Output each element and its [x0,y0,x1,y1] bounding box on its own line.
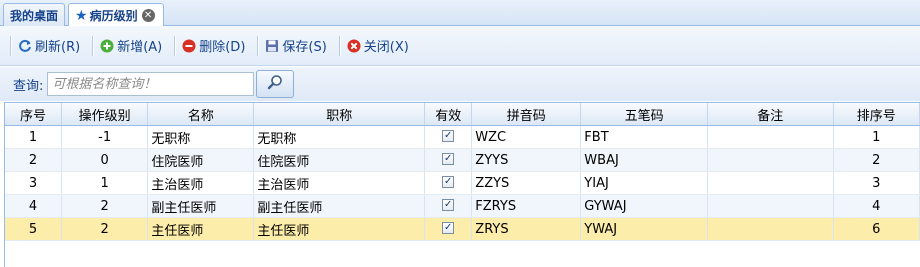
search-label: 查询: [13,78,44,94]
refresh-icon [18,39,32,53]
search-input[interactable] [47,72,255,96]
valid-checkbox[interactable]: ✓ [442,175,455,188]
refresh-button[interactable]: 刷新(R) [18,36,80,55]
toolbar-separator [257,35,260,56]
close-button[interactable]: 关闭(X) [347,36,409,55]
grid-header: 序号 操作级别 名称 职称 有效 拼音码 五笔码 备注 排序号 [5,103,920,126]
tab-my-desktop[interactable]: 我的桌面 [3,3,65,26]
valid-checkbox[interactable]: ✓ [442,152,455,165]
column-header[interactable]: 有效 [425,103,473,125]
column-header[interactable]: 五笔码 [581,103,708,125]
tab-label: 我的桌面 [10,8,59,23]
table-row-selected[interactable]: 5 2 主任医师 主任医师 ✓ ZRYS YWAJ 6 [5,218,920,241]
toolbar-separator [92,35,95,56]
add-icon [100,39,114,53]
delete-icon [182,39,196,53]
column-header[interactable]: 排序号 [834,103,920,125]
valid-checkbox[interactable]: ✓ [442,221,455,234]
table-row[interactable]: 1 -1 无职称 无职称 ✓ WZC FBT 1 [5,126,920,149]
star-icon: ★ [75,7,88,24]
close-icon [347,39,361,53]
column-header[interactable]: 名称 [148,103,255,125]
table-row[interactable]: 3 1 主治医师 主治医师 ✓ ZZYS YIAJ 3 [5,172,920,195]
column-header[interactable]: 备注 [708,103,834,125]
column-header[interactable]: 拼音码 [472,103,582,125]
toolbar-separator [174,35,177,56]
search-bar: 查询: [0,67,920,101]
column-header[interactable]: 职称 [254,103,426,125]
tab-close-icon[interactable]: ✕ [141,9,155,22]
table-row[interactable]: 4 2 副主任医师 副主任医师 ✓ FZRYS GYWAJ 4 [5,195,920,218]
save-icon [265,39,279,53]
column-header[interactable]: 序号 [5,103,62,125]
toolbar-separator [338,35,341,56]
column-header[interactable]: 操作级别 [62,103,149,125]
tab-record-level[interactable]: ★ 病历级别 ✕ [68,3,164,27]
data-grid: 序号 操作级别 名称 职称 有效 拼音码 五笔码 备注 排序号 1 -1 无职称… [4,102,920,267]
tab-bar: 我的桌面 ★ 病历级别 ✕ [0,0,920,27]
toolbar: 刷新(R) 新增(A) 删除(D) 保存(S) 关闭(X) [0,26,920,66]
search-button[interactable] [256,70,295,98]
toolbar-separator [10,35,12,56]
save-button[interactable]: 保存(S) [265,36,327,55]
search-icon [267,74,283,94]
valid-checkbox[interactable]: ✓ [442,129,455,142]
tab-label: 病历级别 [89,9,138,23]
table-row[interactable]: 2 0 住院医师 住院医师 ✓ ZYYS WBAJ 2 [5,149,920,172]
valid-checkbox[interactable]: ✓ [442,198,455,211]
add-button[interactable]: 新增(A) [100,36,162,55]
delete-button[interactable]: 删除(D) [182,36,245,55]
